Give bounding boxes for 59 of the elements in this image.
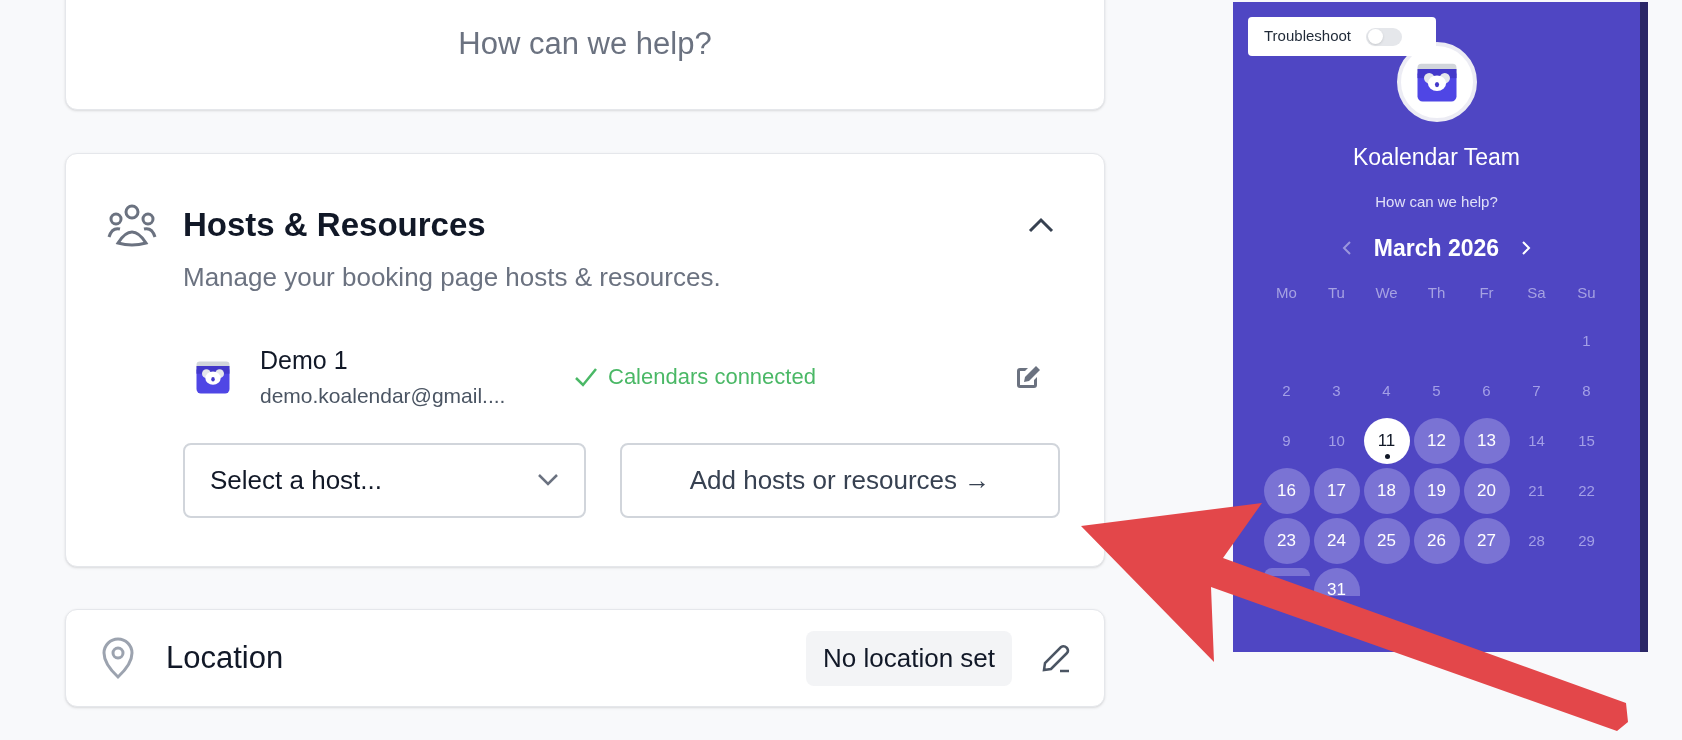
host-select[interactable]: Select a host... — [183, 442, 586, 518]
available-date[interactable]: 24 — [1313, 518, 1360, 564]
available-date[interactable]: 26 — [1413, 518, 1460, 564]
host-name: Demo 1 — [260, 345, 349, 376]
available-date[interactable]: 23 — [1263, 518, 1310, 564]
unavailable-date: 5 — [1432, 380, 1441, 401]
chevron-right-icon — [1521, 240, 1532, 257]
available-date[interactable]: 25 — [1363, 518, 1410, 564]
unavailable-date: 15 — [1578, 430, 1595, 451]
available-date[interactable]: 20 — [1463, 468, 1510, 514]
help-text: How can we help? — [458, 24, 712, 63]
unavailable-date: 3 — [1332, 380, 1341, 401]
people-icon — [106, 202, 158, 247]
unavailable-date: 22 — [1578, 480, 1595, 501]
weekday-label: Fr — [1478, 282, 1495, 303]
weekday-label: Mo — [1275, 282, 1298, 303]
unavailable-date: 14 — [1528, 430, 1545, 451]
unavailable-date: 6 — [1482, 380, 1491, 401]
unavailable-date: 2 — [1282, 380, 1291, 401]
unavailable-date: 10 — [1328, 430, 1345, 451]
available-date[interactable]: 27 — [1463, 518, 1510, 564]
chevron-down-icon — [537, 473, 559, 487]
unavailable-date: 4 — [1382, 380, 1391, 401]
troubleshoot-label: Troubleshoot — [1264, 26, 1351, 47]
weekday-label: Su — [1576, 282, 1597, 303]
available-date[interactable]: 18 — [1363, 468, 1410, 514]
location-title: Location — [166, 638, 284, 677]
available-date[interactable]: 12 — [1413, 418, 1460, 464]
available-date[interactable]: 19 — [1413, 468, 1460, 514]
available-date[interactable]: 16 — [1263, 468, 1310, 514]
weekday-label: We — [1374, 282, 1399, 303]
unavailable-date: 9 — [1282, 430, 1291, 451]
map-pin-icon — [100, 636, 136, 680]
weekday-label: Sa — [1526, 282, 1547, 303]
section-title: Hosts & Resources — [183, 205, 486, 245]
available-date[interactable]: 31 — [1313, 568, 1360, 596]
status-text: Calendars connected — [608, 363, 816, 391]
location-badge: No location set — [806, 630, 1012, 686]
available-date[interactable]: 17 — [1313, 468, 1360, 514]
unavailable-date: 8 — [1582, 380, 1591, 401]
unavailable-date: 29 — [1578, 530, 1595, 551]
section-description: Manage your booking page hosts & resources. — [183, 260, 722, 294]
unavailable-date: 1 — [1582, 330, 1591, 351]
add-hosts-button[interactable]: Add hosts or resources → — [620, 442, 1060, 518]
month-title: March 2026 — [1373, 234, 1500, 263]
check-icon — [574, 366, 598, 387]
team-subtitle: How can we help? — [1375, 191, 1498, 212]
weekday-label: Tu — [1327, 282, 1346, 303]
available-date[interactable]: 13 — [1463, 418, 1510, 464]
team-name: Koalendar Team — [1352, 143, 1521, 172]
host-email: demo.koalendar@gmail.... — [260, 382, 507, 409]
pencil-icon — [1040, 642, 1072, 674]
unavailable-date: 28 — [1528, 530, 1545, 551]
unavailable-date: 21 — [1528, 480, 1545, 501]
troubleshoot-toggle[interactable] — [1366, 27, 1402, 46]
weekday-label: Th — [1426, 282, 1447, 303]
chevron-left-icon — [1341, 240, 1352, 257]
unavailable-date: 7 — [1532, 380, 1541, 401]
selected-date[interactable]: 11 — [1363, 418, 1410, 464]
